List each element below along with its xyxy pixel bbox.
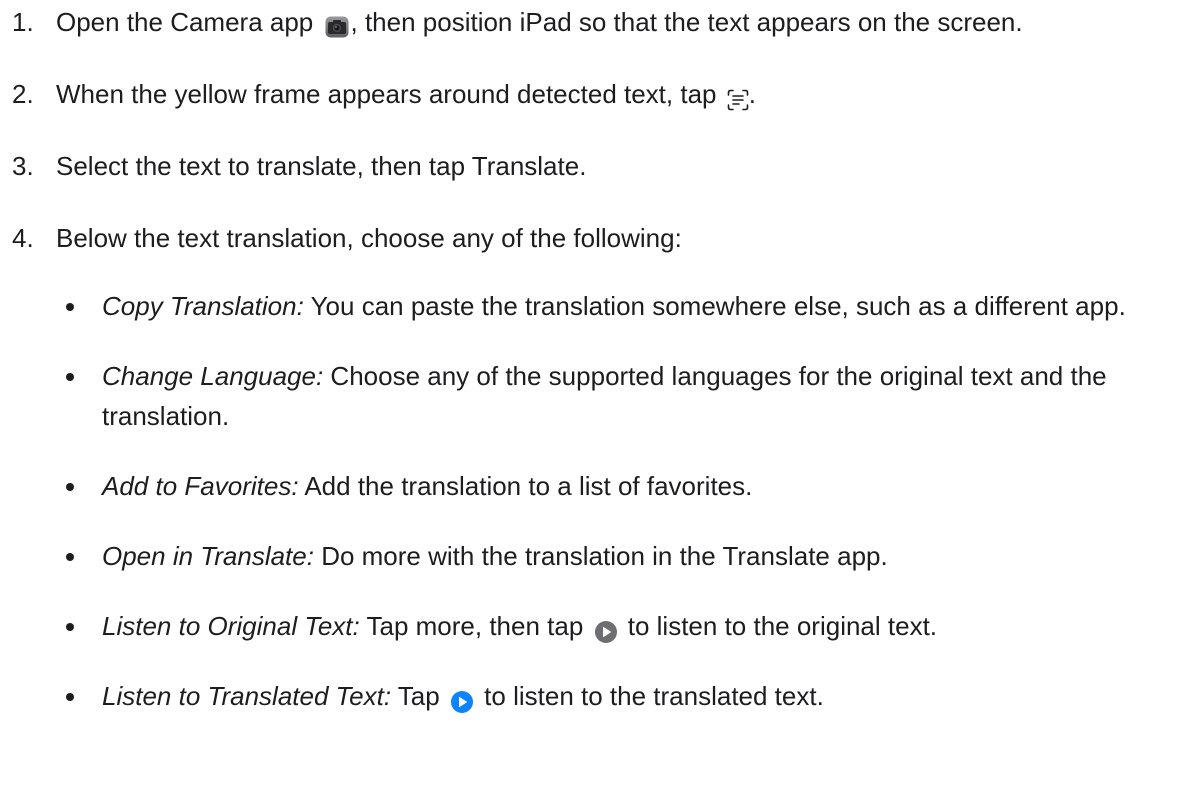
- option-description: to listen to the translated text.: [476, 681, 824, 711]
- live-text-icon: [727, 82, 749, 111]
- play-icon: [594, 614, 617, 644]
- option-description: Add the translation to a list of favorit…: [298, 471, 753, 501]
- step-text: When the yellow frame appears around det…: [56, 79, 724, 109]
- options-list: Copy Translation: You can paste the tran…: [0, 286, 1201, 716]
- step-number: 3.: [12, 151, 34, 181]
- option-term: Copy Translation:: [102, 291, 304, 321]
- option-term: Listen to Translated Text:: [102, 681, 392, 711]
- option-description: Do more with the translation in the Tran…: [313, 541, 888, 571]
- option-description: to listen to the original text.: [620, 611, 938, 641]
- step-number: 1.: [12, 7, 34, 37]
- option-term: Open in Translate:: [102, 541, 314, 571]
- option-copy-translation: Copy Translation: You can paste the tran…: [0, 286, 1201, 326]
- option-change-language: Change Language: Choose any of the suppo…: [0, 356, 1201, 436]
- step-4: 4. Below the text translation, choose any…: [0, 218, 1201, 258]
- option-listen-original: Listen to Original Text: Tap more, then …: [0, 606, 1201, 646]
- step-text: , then position iPad so that the text ap…: [350, 7, 1023, 37]
- option-add-to-favorites: Add to Favorites: Add the translation to…: [0, 466, 1201, 506]
- play-icon: [450, 684, 473, 714]
- camera-app-icon: [325, 9, 349, 38]
- option-open-in-translate: Open in Translate: Do more with the tran…: [0, 536, 1201, 576]
- option-description: Tap: [391, 681, 447, 711]
- step-number: 4.: [12, 223, 34, 253]
- step-text: .: [748, 79, 756, 109]
- steps-list: 1. Open the Camera app , then position iP…: [0, 2, 1201, 258]
- option-term: Change Language:: [102, 361, 324, 391]
- option-listen-translated: Listen to Translated Text: Tap to listen…: [0, 676, 1201, 716]
- help-document: 1. Open the Camera app , then position iP…: [0, 2, 1201, 799]
- option-description: You can paste the translation somewhere …: [303, 291, 1126, 321]
- option-term: Listen to Original Text:: [102, 611, 360, 641]
- step-text: Open the Camera app: [56, 7, 321, 37]
- option-term: Add to Favorites:: [102, 471, 299, 501]
- step-text: Below the text translation, choose any o…: [56, 223, 682, 253]
- step-number: 2.: [12, 79, 34, 109]
- step-1: 1. Open the Camera app , then position iP…: [0, 2, 1201, 42]
- step-2: 2. When the yellow frame appears around d…: [0, 74, 1201, 114]
- option-description: Tap more, then tap: [359, 611, 591, 641]
- step-3: 3. Select the text to translate, then tap…: [0, 146, 1201, 186]
- step-text: Select the text to translate, then tap T…: [56, 151, 587, 181]
